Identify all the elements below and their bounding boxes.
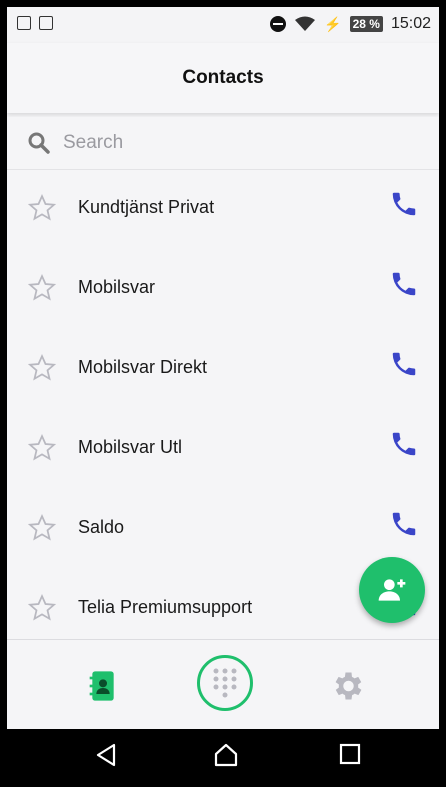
phone-icon[interactable] (389, 509, 419, 539)
contact-row[interactable]: Saldo (7, 487, 439, 567)
app-screen: ⚡ 28 % 15:02 Contacts Kundtjänst Privat (7, 7, 439, 780)
phone-icon[interactable] (389, 349, 419, 379)
contact-name: Saldo (78, 516, 125, 537)
page-title: Contacts (182, 67, 264, 88)
dialpad-icon (213, 668, 237, 698)
status-bar: ⚡ 28 % 15:02 (7, 7, 439, 43)
gear-icon[interactable] (329, 668, 365, 704)
contact-row[interactable]: Mobilsvar Utl (7, 407, 439, 487)
recents-icon[interactable] (339, 743, 361, 765)
contact-row[interactable]: Mobilsvar Direkt (7, 327, 439, 407)
star-icon[interactable] (27, 193, 57, 223)
search-icon (28, 132, 50, 154)
contact-name: Mobilsvar Utl (78, 436, 183, 457)
add-person-icon (378, 579, 406, 601)
dialpad-button[interactable] (197, 655, 253, 711)
contact-name: Telia Premiumsupport (78, 596, 253, 617)
contacts-book-icon[interactable] (87, 670, 119, 702)
star-icon[interactable] (27, 513, 57, 543)
star-icon[interactable] (27, 593, 57, 623)
wifi-icon (295, 16, 316, 31)
star-icon[interactable] (27, 273, 57, 303)
do-not-disturb-icon (270, 16, 287, 32)
search-bar[interactable] (7, 117, 439, 170)
contact-name: Mobilsvar (78, 276, 156, 297)
contact-row[interactable]: Kundtjänst Privat (7, 167, 439, 247)
back-icon[interactable] (95, 743, 117, 767)
contact-row[interactable]: Mobilsvar (7, 247, 439, 327)
app-header: Contacts (7, 43, 439, 113)
battery-level: 28 % (349, 16, 383, 32)
phone-icon[interactable] (389, 269, 419, 299)
phone-icon[interactable] (389, 189, 419, 219)
star-icon[interactable] (27, 433, 57, 463)
search-input[interactable] (61, 131, 385, 155)
star-icon[interactable] (27, 353, 57, 383)
bottom-navigation (7, 639, 439, 730)
phone-icon[interactable] (389, 429, 419, 459)
system-navigation-bar (7, 729, 439, 780)
contact-name: Mobilsvar Direkt (78, 356, 208, 377)
clock: 15:02 (390, 15, 431, 32)
add-contact-button[interactable] (359, 557, 425, 623)
charging-icon: ⚡ (324, 15, 342, 32)
contact-name: Kundtjänst Privat (78, 196, 215, 217)
image-icon (39, 16, 53, 30)
home-icon[interactable] (213, 743, 239, 767)
notification-icon (17, 16, 31, 30)
